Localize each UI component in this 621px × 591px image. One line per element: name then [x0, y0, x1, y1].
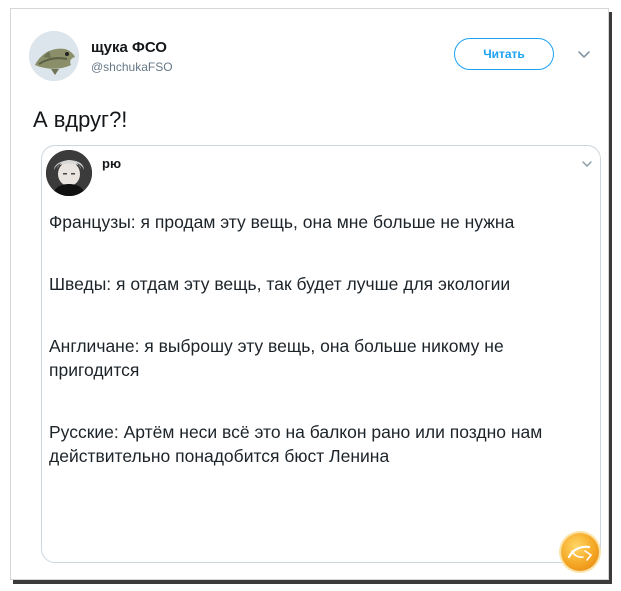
quoted-tweet[interactable]: рю Французы: я продам эту вещь, она мне …	[41, 145, 601, 563]
tweet-text: А вдруг?!	[33, 107, 128, 132]
quoted-tweet-text: Французы: я продам эту вещь, она мне бол…	[49, 210, 589, 468]
quoted-paragraph-french: Французы: я продам эту вещь, она мне бол…	[49, 212, 515, 232]
watermark-logo	[561, 533, 599, 571]
follow-button[interactable]: Читать	[454, 38, 554, 70]
quoted-paragraph-swedes: Шведы: я отдам эту вещь, так будет лучше…	[49, 274, 511, 294]
quoted-paragraph-english: Англичане: я выброшу эту вещь, она больш…	[49, 336, 504, 380]
tweet-card: щука ФСО @shchukaFSO Читать А вдруг?! рю	[10, 8, 609, 580]
tweet-header: щука ФСО @shchukaFSO Читать	[29, 27, 599, 87]
quoted-paragraph-russians: Русские: Артём неси всё это на балкон ра…	[49, 422, 543, 466]
author-handle[interactable]: @shchukaFSO	[91, 60, 173, 74]
chevron-down-icon[interactable]	[581, 157, 593, 169]
quoted-author-avatar	[46, 150, 92, 196]
quoted-author-name[interactable]: рю	[102, 156, 121, 171]
author-display-name[interactable]: щука ФСО	[91, 39, 167, 56]
author-avatar[interactable]	[29, 31, 79, 81]
chevron-down-icon[interactable]	[577, 47, 591, 61]
